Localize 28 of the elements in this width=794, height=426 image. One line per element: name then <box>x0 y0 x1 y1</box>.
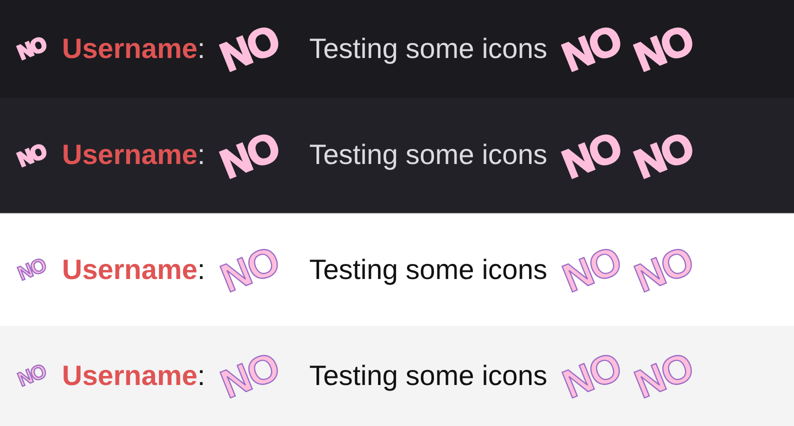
emoji-text: NO <box>629 344 700 408</box>
emoji-text: NO <box>215 18 286 80</box>
emoji-text: NO <box>557 238 628 302</box>
emoji-text: NO <box>14 140 50 171</box>
emoji-text: NO <box>215 238 286 302</box>
colon: : <box>197 360 206 392</box>
colon: : <box>197 254 206 286</box>
emoji-text: NO <box>629 124 700 187</box>
emoji-text: NO <box>557 18 628 80</box>
colon: : <box>197 140 206 171</box>
username: Username <box>62 140 198 171</box>
colon: : <box>197 34 206 64</box>
emoji-text: NO <box>557 344 628 408</box>
emoji-text: NO <box>629 18 700 80</box>
message-text: Testing some icons <box>309 254 548 286</box>
username: Username <box>62 34 198 64</box>
emoji-text: NO <box>557 124 628 187</box>
username: Username <box>62 254 198 286</box>
message-text: Testing some icons <box>309 34 548 64</box>
message-text: Testing some icons <box>309 140 548 171</box>
emoji-text: NO <box>14 360 50 392</box>
emoji-text: NO <box>215 344 286 408</box>
message-text: Testing some icons <box>309 360 548 392</box>
emoji-text: NO <box>215 124 286 187</box>
emoji-text: NO <box>629 238 700 302</box>
username: Username <box>62 360 198 392</box>
emoji-text: NO <box>14 254 50 286</box>
emoji-text: NO <box>14 34 50 64</box>
